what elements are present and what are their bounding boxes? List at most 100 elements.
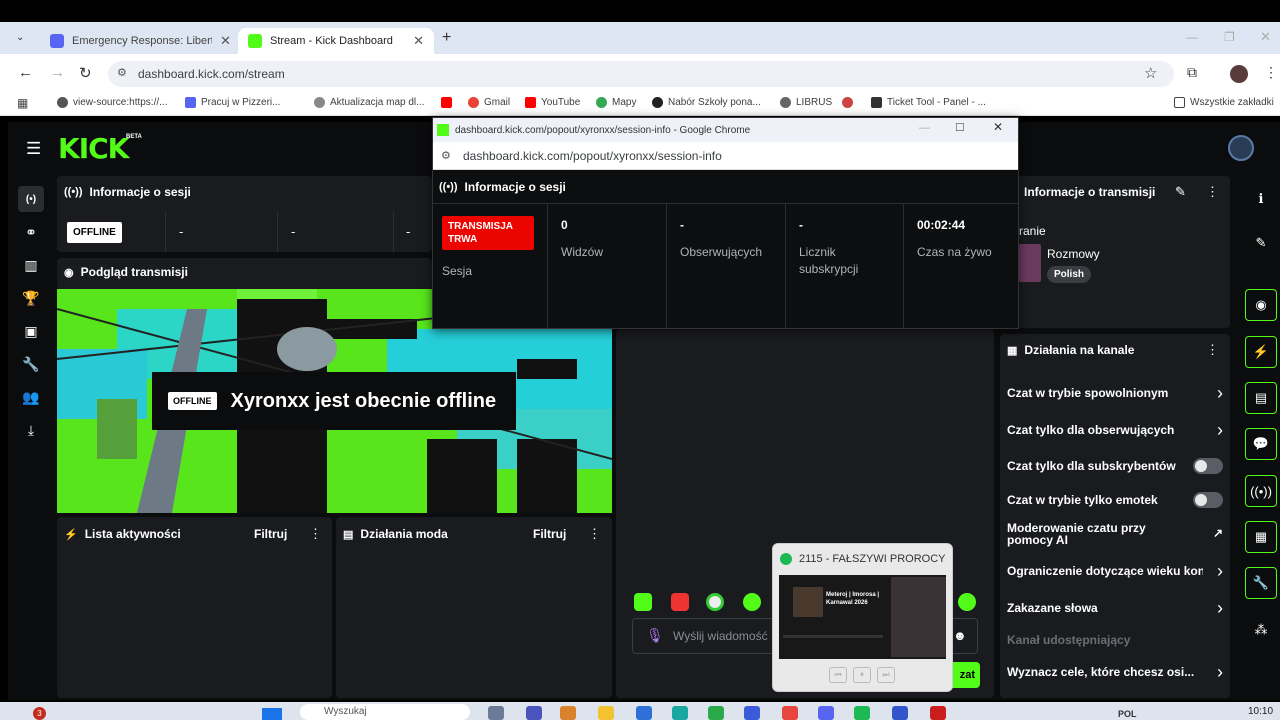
edit-icon[interactable]: ✎ [1245, 227, 1277, 259]
microphone-icon[interactable]: 🎙 [646, 627, 664, 644]
bookmark-item[interactable]: Ticket Tool - Panel - ... [871, 97, 986, 108]
goals-row[interactable]: Wyznacz cele, które chcesz osi... › [1007, 663, 1223, 681]
bookmark-item[interactable]: view-source:https://... [57, 97, 167, 108]
emote-only-toggle[interactable] [1193, 492, 1223, 508]
preview-icon[interactable]: ◉ [1245, 289, 1277, 321]
age-restriction-row[interactable]: Ograniczenie dotyczące wieku kon › [1007, 562, 1223, 580]
chrome-menu-icon[interactable]: ⋮ [1264, 64, 1278, 81]
sidebar-stream-icon[interactable]: (•) [18, 186, 44, 212]
sidebar-link-icon[interactable]: ⚭ [18, 219, 44, 245]
stream-info-more-icon[interactable]: ⋮ [1206, 184, 1219, 200]
emoji-icon[interactable]: ☻ [953, 628, 967, 643]
activity-filter-button[interactable]: Filtruj [254, 527, 287, 541]
taskbar-app-icon[interactable] [488, 706, 504, 720]
taskbar-app-icon[interactable] [598, 706, 614, 720]
extensions-icon[interactable]: ⧉ [1187, 64, 1197, 81]
taskbar-app-icon[interactable] [744, 706, 760, 720]
channel-avatar[interactable] [1228, 135, 1254, 161]
emote-icon[interactable] [706, 593, 724, 611]
bookmark-maps[interactable]: Mapy [596, 97, 636, 108]
emote-icon[interactable] [743, 593, 761, 611]
popout-minimize-icon[interactable]: — [919, 122, 930, 134]
info-icon[interactable]: ℹ [1245, 183, 1277, 215]
sidebar-users-icon[interactable]: 👥 [18, 384, 44, 410]
site-settings-icon[interactable]: ⚙ [441, 149, 451, 162]
maximize-icon[interactable]: ❐ [1224, 30, 1235, 44]
layout-icon[interactable]: ▦ [1245, 521, 1277, 553]
back-arrow-icon[interactable]: ← [18, 64, 33, 81]
bookmark-item[interactable] [842, 97, 858, 108]
bookmark-youtube[interactable]: YouTube [525, 97, 580, 108]
hamburger-menu-icon[interactable]: ☰ [26, 139, 41, 159]
site-settings-icon[interactable]: ⚙ [117, 66, 127, 79]
popout-url-bar[interactable]: dashboard.kick.com/popout/xyronxx/sessio… [433, 142, 1018, 170]
taskbar-app-icon[interactable] [560, 706, 576, 720]
kick-logo[interactable]: KICK [58, 132, 129, 165]
taskbar-app-icon[interactable] [782, 706, 798, 720]
mod-filter-button[interactable]: Filtruj [533, 527, 566, 541]
tools-icon[interactable]: 🔧 [1245, 567, 1277, 599]
taskbar-search[interactable]: Wyszukaj [300, 704, 470, 720]
bookmark-star-icon[interactable]: ☆ [1144, 64, 1157, 82]
close-window-icon[interactable]: ✕ [1260, 29, 1271, 45]
taskbar-app-icon[interactable] [636, 706, 652, 720]
slow-mode-row[interactable]: Czat w trybie spowolnionym › [1007, 384, 1223, 402]
lightning-icon[interactable]: ⚡ [1245, 336, 1277, 368]
taskbar-app-icon[interactable] [818, 706, 834, 720]
add-widget-icon[interactable]: ⁂ [1245, 614, 1277, 646]
chat-icon[interactable]: 💬 [1245, 428, 1277, 460]
taskbar-app-icon[interactable] [854, 706, 870, 720]
previous-track-button[interactable]: ⏮ [829, 667, 847, 683]
address-bar[interactable]: dashboard.kick.com/stream [108, 61, 1174, 87]
tab-close-icon[interactable]: ✕ [413, 33, 424, 49]
taskbar-app-icon[interactable] [930, 706, 946, 720]
bookmark-gmail[interactable]: Gmail [468, 97, 510, 108]
taskbar-app-icon[interactable] [892, 706, 908, 720]
new-tab-button[interactable]: + [442, 29, 451, 47]
popout-maximize-icon[interactable]: ☐ [955, 121, 965, 134]
sidebar-download-icon[interactable]: ⤓ [18, 417, 44, 443]
broadcast-icon[interactable]: ((•)) [1245, 475, 1277, 507]
tab-close-icon[interactable]: ✕ [220, 33, 231, 49]
apps-grid-icon[interactable]: ▦ [17, 96, 28, 110]
popout-close-icon[interactable]: ✕ [993, 120, 1003, 134]
start-button[interactable] [262, 708, 282, 720]
edit-icon[interactable]: ✎ [1175, 184, 1186, 200]
sidebar-trophy-icon[interactable]: 🏆 [18, 285, 44, 311]
bookmark-item[interactable] [441, 97, 457, 108]
mod-more-icon[interactable]: ⋮ [588, 526, 601, 542]
all-bookmarks[interactable]: Wszystkie zakładki [1174, 97, 1274, 108]
taskbar-app-icon[interactable] [526, 706, 542, 720]
subscribers-only-toggle[interactable] [1193, 458, 1223, 474]
clock[interactable]: 10:10 [1248, 706, 1273, 717]
sidebar-wrench-icon[interactable]: 🔧 [18, 351, 44, 377]
bookmark-item[interactable]: Pracuj w Pizzeri... [185, 97, 280, 108]
reload-icon[interactable]: ↻ [79, 64, 92, 82]
notification-badge[interactable]: 3 [33, 707, 46, 720]
minimize-icon[interactable]: — [1186, 30, 1198, 44]
taskbar-app-icon[interactable] [672, 706, 688, 720]
language-indicator[interactable]: POL [1118, 709, 1137, 719]
next-track-button[interactable]: ⏭ [877, 667, 895, 683]
emote-icon[interactable] [671, 593, 689, 611]
sidebar-video-icon[interactable]: ▣ [18, 318, 44, 344]
followers-only-row[interactable]: Czat tylko dla obserwujących › [1007, 421, 1223, 439]
activity-more-icon[interactable]: ⋮ [309, 526, 322, 542]
tab-kick-dashboard[interactable]: Stream - Kick Dashboard ✕ [238, 28, 434, 54]
bookmark-item[interactable]: Nabór Szkoły pona... [652, 97, 761, 108]
bookmark-librus[interactable]: LIBRUS [780, 97, 832, 108]
pause-button[interactable]: ⏸ [853, 667, 871, 683]
bookmark-item[interactable]: Aktualizacja map dl... [314, 97, 425, 108]
profile-avatar[interactable] [1230, 65, 1248, 83]
sidebar-chart-icon[interactable]: ▥ [18, 252, 44, 278]
channel-actions-more-icon[interactable]: ⋮ [1206, 342, 1219, 358]
tab-search-chevron-icon[interactable]: ⌄ [16, 32, 24, 43]
taskbar-app-icon[interactable] [708, 706, 724, 720]
emote-icon[interactable] [958, 593, 976, 611]
tab-emergency-response[interactable]: Emergency Response: Liberty C ✕ [40, 28, 241, 54]
forward-arrow-icon[interactable]: → [50, 64, 65, 81]
emote-icon[interactable] [634, 593, 652, 611]
banned-words-row[interactable]: Zakazane słowa › [1007, 599, 1223, 617]
document-icon[interactable]: ▤ [1245, 382, 1277, 414]
ai-moderation-row[interactable]: Moderowanie czatu przy pomocy AI ↗ [1007, 522, 1223, 546]
